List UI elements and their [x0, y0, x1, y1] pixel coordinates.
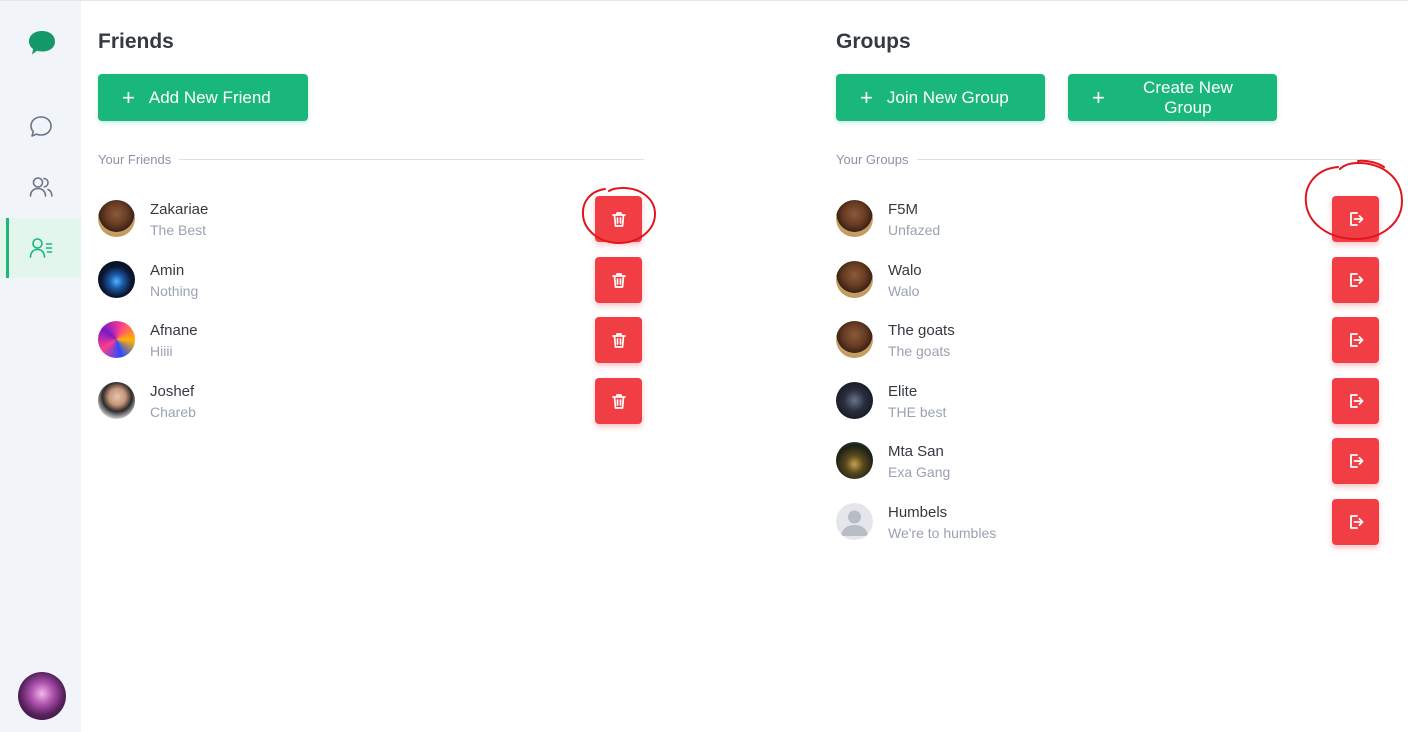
group-avatar — [836, 321, 873, 358]
friend-row[interactable]: Afnane Hiiii — [98, 308, 644, 369]
nav-contacts[interactable] — [0, 157, 81, 217]
group-avatar — [836, 442, 873, 479]
friend-name: Afnane — [150, 322, 198, 339]
leave-icon — [1349, 393, 1363, 408]
sidebar — [0, 1, 81, 732]
friend-row[interactable]: Zakariae The Best — [98, 187, 644, 248]
default-user-icon — [841, 510, 868, 536]
trash-icon — [611, 333, 626, 348]
group-name: Walo — [888, 261, 922, 279]
groups-title: Groups — [836, 30, 911, 53]
group-avatar — [836, 260, 873, 298]
chat-bubble-icon — [29, 116, 52, 137]
friend-avatar — [98, 321, 135, 358]
group-row[interactable]: Humbels We're to humbles — [836, 490, 1381, 551]
friend-status: The Best — [150, 222, 207, 238]
join-group-label: Join New Group — [886, 87, 1009, 107]
friend-row[interactable]: Amin Nothing — [98, 248, 644, 309]
friend-status: Chareb — [150, 403, 196, 420]
nav-chats[interactable] — [0, 97, 81, 157]
remove-friend-button[interactable] — [595, 196, 642, 242]
trash-icon — [611, 212, 626, 227]
app-logo-icon[interactable] — [28, 30, 56, 56]
users-icon — [29, 177, 53, 197]
remove-friend-button[interactable] — [595, 256, 642, 303]
remove-friend-button[interactable] — [595, 377, 642, 424]
nav-friends-list[interactable] — [0, 218, 81, 278]
friend-avatar — [98, 381, 135, 419]
remove-friend-button[interactable] — [595, 317, 642, 363]
group-status: THE best — [888, 403, 947, 420]
group-avatar — [836, 381, 873, 419]
leave-group-button[interactable] — [1332, 438, 1379, 484]
your-groups-label: Your Groups — [836, 151, 909, 167]
leave-group-button[interactable] — [1332, 498, 1379, 545]
friend-name: Amin — [150, 261, 185, 279]
plus-icon: + — [122, 84, 135, 110]
friend-avatar — [98, 260, 135, 298]
friend-row[interactable]: Joshef Chareb — [98, 369, 644, 430]
add-friend-button[interactable]: + Add New Friend — [98, 74, 308, 121]
user-list-icon — [29, 238, 52, 258]
friend-status: Hiiii — [150, 343, 173, 359]
leave-group-button[interactable] — [1332, 196, 1379, 242]
trash-icon — [611, 272, 626, 288]
group-name: Elite — [888, 382, 918, 400]
leave-group-button[interactable] — [1332, 256, 1379, 303]
create-group-button[interactable]: + Create New Group — [1068, 74, 1277, 121]
friend-name: Zakariae — [150, 201, 209, 218]
group-row[interactable]: The goats The goats — [836, 308, 1381, 369]
leave-icon — [1349, 212, 1363, 226]
group-row[interactable]: Elite THE best — [836, 369, 1381, 430]
leave-group-button[interactable] — [1332, 377, 1379, 424]
leave-icon — [1349, 514, 1363, 529]
leave-group-button[interactable] — [1332, 317, 1379, 363]
group-row[interactable]: Mta San Exa Gang — [836, 429, 1381, 490]
user-avatar[interactable] — [18, 672, 66, 720]
trash-icon — [611, 393, 626, 409]
group-name: F5M — [888, 201, 918, 218]
friend-name: Joshef — [150, 382, 195, 400]
group-name: Humbels — [888, 503, 948, 521]
divider-line — [179, 158, 644, 160]
group-row[interactable]: F5M Unfazed — [836, 187, 1381, 248]
group-status: Exa Gang — [888, 464, 951, 480]
leave-icon — [1349, 454, 1363, 468]
friends-title: Friends — [98, 30, 174, 53]
group-status: Walo — [888, 282, 920, 299]
join-group-button[interactable]: + Join New Group — [836, 74, 1045, 121]
your-friends-divider: Your Friends — [98, 151, 644, 167]
group-status: Unfazed — [888, 222, 941, 238]
your-groups-divider: Your Groups — [836, 151, 1381, 167]
create-group-label: Create New Group — [1143, 77, 1233, 117]
leave-icon — [1349, 272, 1363, 287]
group-avatar — [836, 200, 873, 237]
group-row[interactable]: Walo Walo — [836, 248, 1381, 309]
friend-avatar — [98, 200, 135, 237]
plus-icon: + — [1092, 84, 1105, 110]
leave-icon — [1349, 333, 1363, 347]
friends-list: Zakariae The Best Amin Nothing Afnane Hi… — [98, 187, 644, 429]
divider-line — [916, 158, 1381, 160]
groups-list: F5M Unfazed Walo Walo The goats The goat… — [836, 187, 1381, 550]
group-status: We're to humbles — [888, 524, 997, 541]
friend-status: Nothing — [150, 282, 199, 299]
app-window: Friends + Add New Friend Your Friends Za… — [0, 0, 1408, 732]
group-name: The goats — [888, 322, 955, 339]
add-friend-label: Add New Friend — [148, 87, 271, 107]
plus-icon: + — [860, 84, 873, 110]
group-name: Mta San — [888, 443, 944, 460]
group-status: The goats — [888, 343, 951, 359]
group-avatar — [836, 502, 873, 540]
your-friends-label: Your Friends — [98, 151, 172, 167]
